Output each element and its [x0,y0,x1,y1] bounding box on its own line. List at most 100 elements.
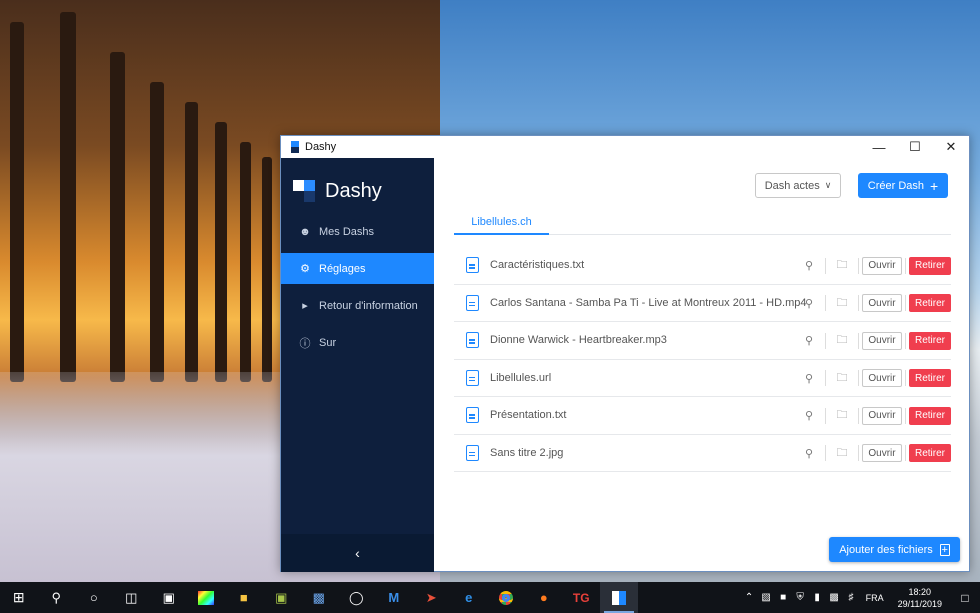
file-icon [466,369,479,386]
dashy-taskbar-icon[interactable] [600,582,638,613]
file-icon [466,257,479,274]
file-name: Carlos Santana - Samba Pa Ti - Live at M… [490,296,807,309]
close-button[interactable]: ✕ [933,136,969,158]
search-icon[interactable]: ⚲ [38,582,76,613]
shield-icon[interactable]: ⛨ [793,592,808,603]
window-title: Dashy [305,141,337,153]
pin-icon[interactable]: ⚲ [796,334,822,347]
clock-date: 29/11/2019 [897,598,942,609]
sidebar-item-mes-dashs[interactable]: ☻ Mes Dashs [281,216,434,247]
minimize-button[interactable]: — [861,136,897,158]
file-name: Libellules.url [490,371,552,384]
list-item: Dionne Warwick - Heartbreaker.mp3 ⚲ 🗀 Ou… [454,322,951,360]
folder-icon[interactable]: 🗀 [829,406,855,425]
language-indicator[interactable]: FRA [866,593,884,603]
maximize-button[interactable]: ☐ [897,136,933,158]
chevron-up-icon[interactable]: ⌃ [742,592,757,603]
firefox-icon[interactable]: ● [525,582,563,613]
sidebar-item-label: Sur [319,336,337,349]
list-item: Présentation.txt ⚲ 🗀 Ouvrir Retirer [454,397,951,435]
taskbar-app-green-icon[interactable]: ▣ [263,582,301,613]
tab-bar: Libellules.ch [454,214,951,235]
ouvrir-button[interactable]: Ouvrir [862,369,902,387]
edge-icon[interactable]: e [450,582,488,613]
taskbar-app-red-icon[interactable]: ➤ [413,582,451,613]
title-bar[interactable]: Dashy — ☐ ✕ [281,136,969,158]
file-name: Sans titre 2.jpg [490,446,564,459]
file-icon [466,332,479,349]
sidebar-item-retour-information[interactable]: ▸ Retour d'information [281,290,434,321]
tab-libellules[interactable]: Libellules.ch [454,214,549,235]
taskbar: ⊞ ⚲ ○ ◫ ▣ ■ ▣ ▩ ◯ M ➤ e ● TG ⌃ ▧ ■ ⛨ ▮ ▩… [0,582,980,613]
file-icon [466,407,479,424]
pin-icon[interactable]: ⚲ [796,409,822,422]
retirer-button[interactable]: Retirer [909,406,951,425]
taskbar-app-color-icon[interactable] [188,582,226,613]
start-button[interactable]: ⊞ [0,582,38,613]
folder-icon[interactable]: 🗀 [829,294,855,313]
sidebar-nav: ☻ Mes Dashs ⚙ Réglages ▸ Retour d'inform… [281,216,434,358]
list-item: Libellules.url ⚲ 🗀 Ouvrir Retirer [454,360,951,397]
retirer-button[interactable]: Retirer [909,294,951,312]
chevron-left-icon: ‹ [355,545,360,561]
pin-icon[interactable]: ⚲ [796,297,822,310]
pin-icon[interactable]: ⚲ [796,372,822,385]
notification-icon[interactable]: □ [950,591,980,605]
chrome-icon[interactable] [488,582,526,613]
add-file-icon: + [939,543,950,556]
task-view-icon[interactable]: ◫ [113,582,151,613]
creer-dash-label: Créer Dash [867,179,925,192]
clock-time: 18:20 [908,586,932,597]
main-content: Dash actes ∨ Créer Dash + Libellules.ch … [434,158,969,572]
ouvrir-button[interactable]: Ouvrir [862,406,902,425]
pin-icon[interactable]: ⚲ [796,259,822,272]
taskbar-app-truck-icon[interactable]: ▩ [300,582,338,613]
system-tray: ⌃ ▧ ■ ⛨ ▮ ▩ ♯ FRA 18:20 29/11/2019 □ [741,582,980,613]
retirer-button[interactable]: Retirer [909,444,951,462]
sidebar-item-reglages[interactable]: ⚙ Réglages [281,253,434,284]
retirer-button[interactable]: Retirer [909,256,951,275]
file-icon [466,294,479,311]
retirer-button[interactable]: Retirer [909,369,951,387]
sidebar-item-sur[interactable]: ⓘ Sur [281,327,434,358]
collapse-sidebar-button[interactable]: ‹ [281,534,434,572]
dash-actes-dropdown[interactable]: Dash actes ∨ [755,173,841,198]
file-icon [466,444,479,461]
logo-text: Dashy [325,179,382,202]
ouvrir-button[interactable]: Ouvrir [862,444,902,462]
dash-actes-label: Dash actes [764,179,820,192]
folder-icon[interactable]: 🗀 [829,444,855,463]
network-icon[interactable]: ▩ [827,592,842,603]
ajouter-fichiers-button[interactable]: Ajouter des fichiers + [829,537,960,562]
file-list: Caractéristiques.txt ⚲ 🗀 Ouvrir Retirer … [454,247,951,472]
retirer-button[interactable]: Retirer [909,331,951,350]
taskbar-app-gamepad-icon[interactable]: ◯ [338,582,376,613]
pin-icon[interactable]: ⚲ [796,447,822,460]
folder-icon[interactable]: 🗀 [829,369,855,388]
ouvrir-button[interactable]: Ouvrir [862,256,902,275]
taskbar-app-tg-icon[interactable]: TG [563,582,601,613]
creer-dash-button[interactable]: Créer Dash + [858,173,948,198]
gear-icon: ⚙ [300,263,310,275]
folder-icon[interactable]: 🗀 [829,331,855,350]
sidebar-item-label: Réglages [319,262,366,275]
file-name: Caractéristiques.txt [490,259,585,272]
ouvrir-button[interactable]: Ouvrir [862,294,902,312]
volume-icon[interactable]: ♯ [844,592,859,603]
logo-icon [293,180,315,202]
cortana-icon[interactable]: ○ [75,582,113,613]
tray-power-icon[interactable]: ▮ [810,592,825,603]
file-name: Dionne Warwick - Heartbreaker.mp3 [490,334,667,347]
info-icon: ⓘ [299,337,311,350]
megaphone-icon: ▸ [302,300,308,312]
clock[interactable]: 18:20 29/11/2019 [898,586,942,610]
tray-app-icon[interactable]: ▧ [759,592,774,603]
tray-app-2-icon[interactable]: ■ [776,592,791,603]
malwarebytes-icon[interactable]: M [375,582,413,613]
sidebar: Dashy ☻ Mes Dashs ⚙ Réglages ▸ Retour d'… [281,158,434,572]
taskbar-app-monitor-icon[interactable]: ▣ [150,582,188,613]
folder-icon[interactable]: 🗀 [829,256,855,275]
file-explorer-icon[interactable]: ■ [225,582,263,613]
dashy-window: Dashy — ☐ ✕ Dashy ☻ Mes Dashs ⚙ Réglages… [280,135,970,572]
ouvrir-button[interactable]: Ouvrir [862,331,902,350]
